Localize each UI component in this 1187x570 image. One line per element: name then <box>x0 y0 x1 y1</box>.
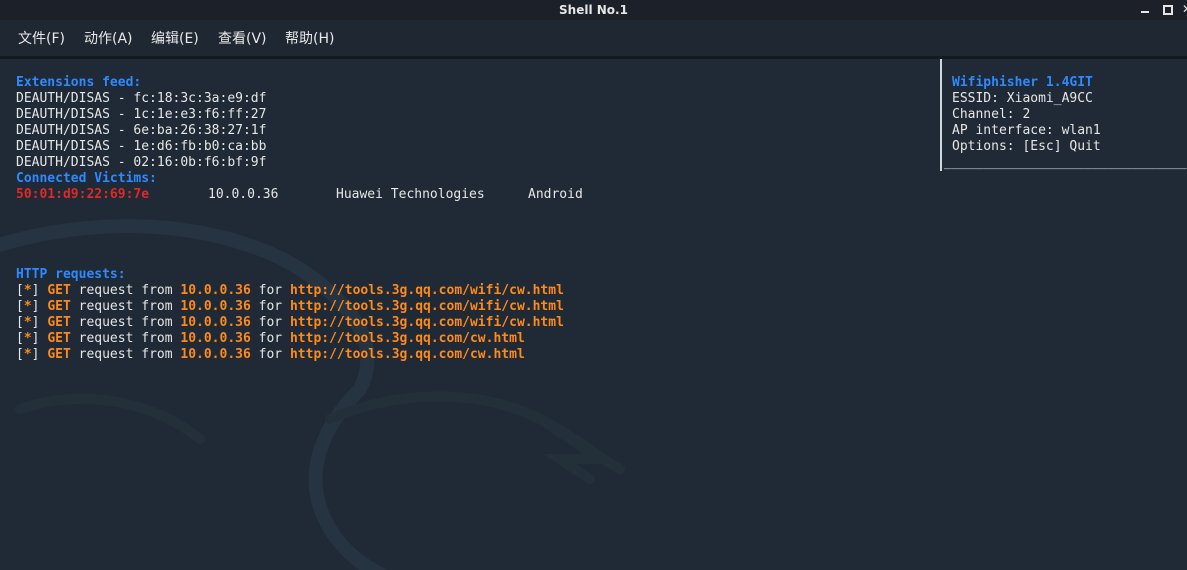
info-panel: Wifiphisher 1.4GIT ESSID: Xiaomi_A9CC Ch… <box>940 59 1187 171</box>
menu-help[interactable]: 帮助(H) <box>285 28 334 48</box>
menu-view[interactable]: 查看(V) <box>218 28 267 48</box>
victim-ip: 10.0.0.36 <box>208 187 279 202</box>
http-request-row: [*] GET request from 10.0.0.36 for http:… <box>16 331 525 346</box>
window-title: Shell No.1 <box>559 3 628 17</box>
terminal-area[interactable]: Extensions feed: DEAUTH/DISAS - fc:18:3c… <box>0 59 1187 570</box>
menu-actions[interactable]: 动作(A) <box>84 28 133 48</box>
extensions-feed-heading: Extensions feed: <box>16 75 142 90</box>
victim-mac: 50:01:d9:22:69:7e <box>16 187 150 202</box>
http-request-row: [*] GET request from 10.0.0.36 for http:… <box>16 283 564 298</box>
info-panel-border <box>940 59 942 171</box>
extensions-feed-line: DEAUTH/DISAS - 1c:1e:e3:f6:ff:27 <box>16 107 267 122</box>
info-essid: ESSID: Xiaomi_A9CC <box>952 91 1093 106</box>
info-ap-interface: AP interface: wlan1 <box>952 123 1101 138</box>
menu-bar: 文件(F) 动作(A) 编辑(E) 查看(V) 帮助(H) <box>0 20 1187 56</box>
extensions-feed-line: DEAUTH/DISAS - fc:18:3c:3a:e9:df <box>16 91 267 106</box>
info-options: Options: [Esc] Quit <box>952 139 1101 154</box>
close-icon[interactable]: ✕ <box>1180 2 1187 16</box>
window-titlebar: Shell No.1 ✕ <box>0 0 1187 20</box>
menu-edit[interactable]: 编辑(E) <box>151 28 199 48</box>
http-request-row: [*] GET request from 10.0.0.36 for http:… <box>16 299 564 314</box>
menu-file[interactable]: 文件(F) <box>18 28 65 48</box>
info-panel-underline: _______________________________ <box>944 155 1187 170</box>
maximize-icon[interactable] <box>1160 2 1174 16</box>
info-panel-title: Wifiphisher 1.4GIT <box>952 75 1093 90</box>
minimize-icon[interactable] <box>1138 2 1152 16</box>
victim-vendor: Huawei Technologies <box>336 187 485 202</box>
victim-os: Android <box>528 187 583 202</box>
extensions-feed-line: DEAUTH/DISAS - 1e:d6:fb:b0:ca:bb <box>16 139 267 154</box>
extensions-feed-line: DEAUTH/DISAS - 02:16:0b:f6:bf:9f <box>16 155 267 170</box>
http-requests-heading: HTTP requests: <box>16 267 126 282</box>
extensions-feed-line: DEAUTH/DISAS - 6e:ba:26:38:27:1f <box>16 123 267 138</box>
info-channel: Channel: 2 <box>952 107 1031 122</box>
http-request-row: [*] GET request from 10.0.0.36 for http:… <box>16 315 564 330</box>
connected-victims-heading: Connected Victims: <box>16 171 157 186</box>
http-request-row: [*] GET request from 10.0.0.36 for http:… <box>16 347 525 362</box>
